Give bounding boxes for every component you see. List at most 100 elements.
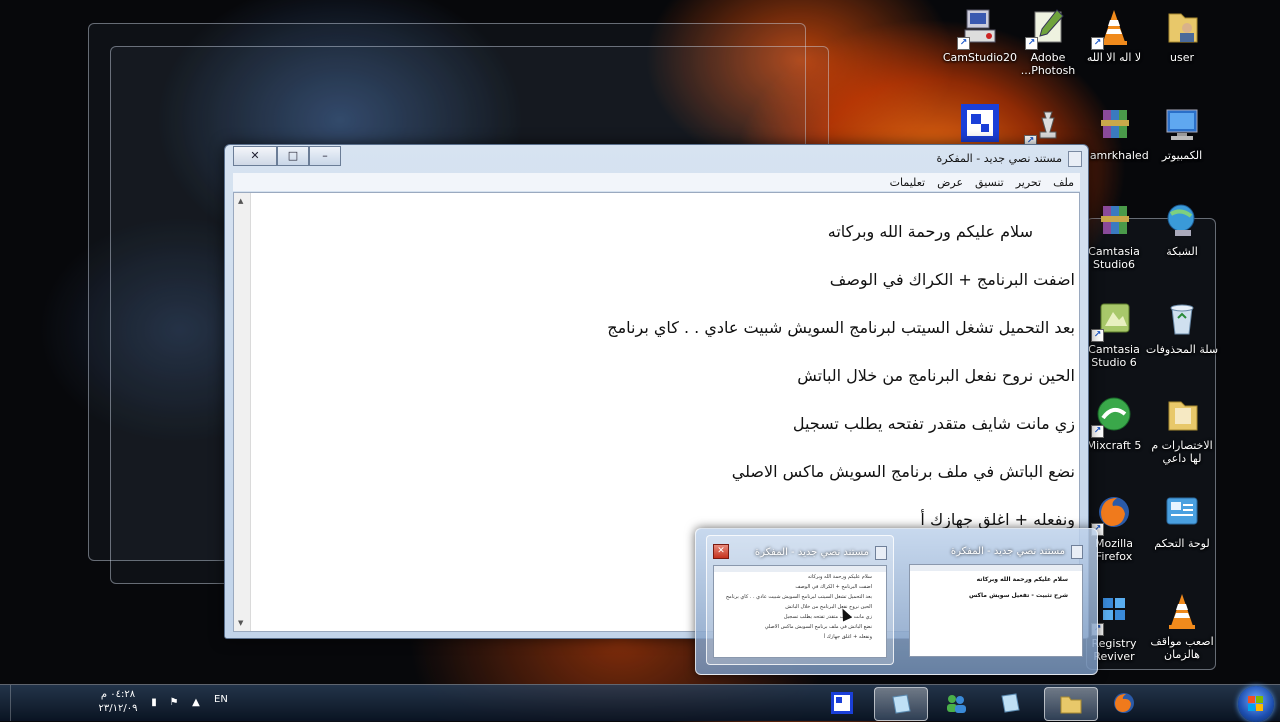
thumbnail-title: مستند نصي جديد - المفكرة [754, 547, 869, 558]
desktop-icon-computer[interactable]: الكمبيوتر [1145, 104, 1219, 162]
registry-reviver-icon: ↗ [1091, 592, 1135, 636]
notepad-icon [998, 692, 1022, 714]
text-line: سلام عليكم ورحمة الله وبركاته [827, 222, 1033, 241]
window-controls: ✕ □ – [233, 146, 341, 166]
desktop-icon-label: لا اله الا الله [1086, 51, 1142, 64]
thumbnail-window-1[interactable]: مستند نصي جديد - المفكرة سلام عليكم ورحم… [903, 535, 1089, 663]
preview-line: ونفعله + اغلق جهازك أ [823, 634, 872, 640]
desktop-icon-label: لوحة التحكم [1154, 537, 1210, 550]
desktop-icon-vlc[interactable]: ↗ لا اله الا الله [1077, 6, 1151, 64]
recycle-bin-icon [1161, 298, 1203, 340]
text-line: نضع الباتش في ملف برنامج السويش ماكس الا… [731, 462, 1075, 481]
network-globe-icon [1161, 200, 1203, 242]
taskbar: ٠٤:٢٨ م ٢٣/١٢/٠٩ ▮ ⚑ ▲ EN [0, 684, 1280, 722]
preview-line: سلام عليكم ورحمة الله وبركاته [976, 576, 1068, 583]
taskbar-messenger[interactable] [930, 687, 982, 719]
desktop-icon-label: سلة المحذوفات [1145, 343, 1219, 356]
text-line: بعد التحميل تشغل السيتب لبرنامج السويش ش… [607, 318, 1075, 337]
app-square-icon [830, 692, 854, 714]
chess-icon: ↗ [1024, 104, 1068, 148]
action-center-icon[interactable]: ⚑ [168, 697, 180, 709]
app-square-icon [959, 104, 1001, 146]
desktop-icon-chess[interactable]: ↗ [1010, 104, 1084, 149]
notepad-icon [1071, 545, 1083, 559]
notepad-icon [1068, 151, 1082, 167]
show-hidden-icons-icon[interactable]: ▲ [190, 697, 202, 709]
folder-icon [1161, 394, 1203, 436]
desktop-icon-photoshop[interactable]: ↗ Adobe Photosh... [1011, 6, 1085, 77]
preview-line: سلام عليكم ورحمة الله وبركاته [807, 574, 872, 580]
thumbnail-preview: سلام عليكم ورحمة الله وبركاته شرح تثبيت … [909, 564, 1083, 657]
text-line: اضفت البرنامج + الكراك في الوصف [829, 270, 1075, 289]
preview-line: اضفت البرنامج + الكراك في الوصف [795, 584, 872, 590]
thumbnail-close-button[interactable]: ✕ [713, 544, 729, 559]
maximize-button[interactable]: □ [277, 146, 309, 166]
thumbnail-preview: سلام عليكم ورحمة الله وبركاته اضفت البرن… [713, 565, 887, 658]
desktop-icon-label: اصعب مواقف هالزمان [1150, 635, 1214, 661]
thumbnail-window-2[interactable]: ✕ مستند نصي جديد - المفكرة سلام عليكم ور… [706, 535, 894, 665]
desktop-icon-shortcuts-folder[interactable]: الاختصارات م لها داعي [1145, 394, 1219, 465]
desktop-icon-label: الاختصارات م لها داعي [1151, 439, 1213, 465]
desktop-icon-recycle-bin[interactable]: سلة المحذوفات [1145, 298, 1219, 356]
system-tray: ٠٤:٢٨ م ٢٣/١٢/٠٩ ▮ ⚑ ▲ EN [70, 685, 240, 721]
network-tray-icon[interactable]: ▮ [148, 697, 160, 709]
taskbar-explorer[interactable] [1044, 687, 1098, 721]
thumbnail-title: مستند نصي جديد - المفكرة [950, 546, 1065, 557]
desktop-icon-vlc2[interactable]: اصعب مواقف هالزمان [1145, 590, 1219, 661]
desktop-icon-user[interactable]: user [1145, 6, 1219, 64]
menu-format[interactable]: تنسيق [969, 173, 1010, 191]
menu-bar: ملف تحرير تنسيق عرض تعليمات [233, 173, 1080, 191]
desktop-icon-label: الشبكة [1166, 245, 1198, 258]
camtasia-studio-icon: ↗ [1091, 298, 1135, 342]
photoshop-icon: ↗ [1025, 6, 1069, 50]
menu-help[interactable]: تعليمات [884, 173, 931, 191]
preview-line: نضع الباتش في ملف برنامج السويش ماكس الا… [764, 624, 872, 630]
camtasia-icon [1093, 200, 1135, 242]
desktop-icon-network[interactable]: الشبكة [1145, 200, 1219, 258]
menu-view[interactable]: عرض [931, 173, 969, 191]
preview-line: الحين نروح نفعل البرنامج من خلال الباتش [785, 604, 872, 610]
preview-line: بعد التحميل تشغل السيتب لبرنامج السويش ش… [725, 594, 872, 600]
vlc-cone-icon [1161, 590, 1203, 632]
desktop-icon-control-panel[interactable]: لوحة التحكم [1145, 492, 1219, 550]
menu-file[interactable]: ملف [1047, 173, 1080, 191]
taskbar-app-square[interactable] [816, 687, 868, 719]
clock[interactable]: ٠٤:٢٨ م ٢٣/١٢/٠٩ [88, 688, 148, 716]
text-line: الحين نروح نفعل البرنامج من خلال الباتش [797, 366, 1075, 385]
language-indicator[interactable]: EN [214, 694, 228, 705]
vertical-scrollbar[interactable]: ▲ ▼ [234, 193, 251, 631]
start-button[interactable] [1238, 686, 1274, 722]
desktop-icon-blue-square[interactable] [943, 104, 1017, 149]
clock-date: ٢٣/١٢/٠٩ [98, 703, 138, 714]
taskbar-firefox[interactable] [1098, 687, 1150, 719]
desktop-icon-label: CamStudio20 [942, 51, 1017, 64]
desktop-icon-camstudio[interactable]: ↗ CamStudio20 [943, 6, 1017, 64]
desktop-icon-label: user [1170, 51, 1194, 64]
winrar-books-icon [1093, 104, 1135, 146]
preview-line: زي مانت شايف متقدر تفتحه يطلب تسجيل [783, 614, 872, 620]
mixcraft-icon: ↗ [1091, 394, 1135, 438]
control-panel-icon [1161, 492, 1203, 534]
preview-line: شرح تثبيت - تفعيل سويش ماكس [969, 592, 1068, 599]
document-text: سلام عليكم ورحمة الله وبركاته اضفت البرن… [275, 217, 1075, 553]
close-button[interactable]: ✕ [233, 146, 277, 166]
text-line: زي مانت شايف متقدر تفتحه يطلب تسجيل [792, 414, 1075, 433]
windows-logo-icon [1248, 696, 1264, 712]
minimize-button[interactable]: – [309, 146, 341, 166]
messenger-icon [944, 692, 968, 714]
camstudio-icon: ↗ [957, 6, 1001, 50]
vlc-cone-icon: ↗ [1091, 6, 1135, 50]
taskbar-notepad-2[interactable] [984, 687, 1036, 719]
show-desktop-button[interactable] [0, 685, 11, 721]
scroll-down-icon[interactable]: ▼ [238, 619, 243, 627]
computer-icon [1161, 104, 1203, 146]
notepad-icon [889, 693, 913, 715]
folder-icon [1059, 693, 1083, 715]
taskbar-notepad[interactable] [874, 687, 928, 721]
menu-edit[interactable]: تحرير [1010, 173, 1047, 191]
desktop-icon-label: الكمبيوتر [1161, 149, 1203, 162]
scroll-up-icon[interactable]: ▲ [238, 197, 243, 205]
window-title: مستند نصي جديد - المفكرة [936, 152, 1063, 165]
firefox-icon [1112, 692, 1136, 714]
notepad-icon [875, 546, 887, 560]
